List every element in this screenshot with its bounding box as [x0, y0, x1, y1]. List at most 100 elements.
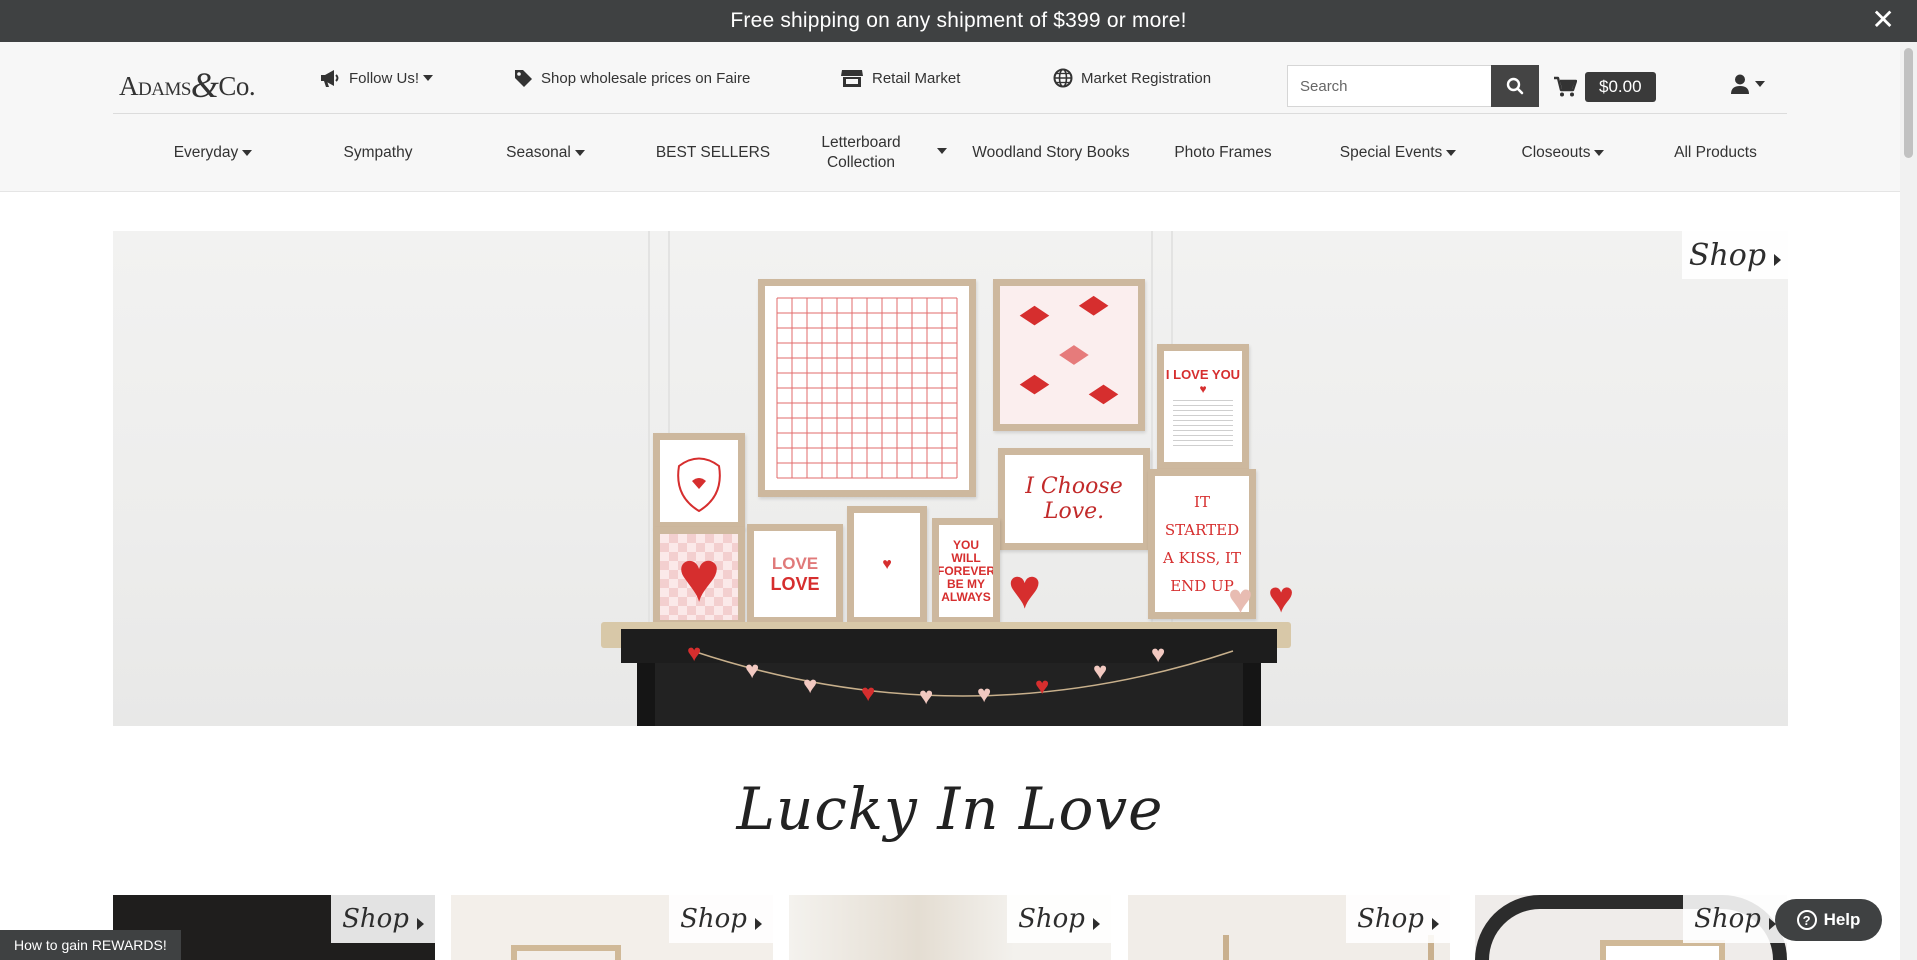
product-tile[interactable]: Shop — [1128, 895, 1450, 960]
hero-shop-button[interactable]: Shop — [1682, 231, 1788, 279]
page-scrollbar[interactable] — [1900, 42, 1917, 960]
rewards-button[interactable]: How to gain REWARDS! — [0, 930, 181, 960]
nav-label: BEST SELLERS — [655, 144, 771, 161]
svg-text:♥: ♥ — [1151, 641, 1165, 668]
forever-sign: YOU WILL FOREVER BE MY ALWAYS — [932, 518, 1000, 624]
sign-text: YOU WILL FOREVER BE MY ALWAYS — [937, 537, 996, 604]
faire-link[interactable]: Shop wholesale prices on Faire — [513, 42, 750, 114]
svg-text:♥: ♥ — [803, 672, 817, 699]
site-header: Adams&Co. Follow Us! Shop wholesale pric… — [0, 42, 1900, 192]
frame-preview — [1600, 940, 1725, 960]
cart-button[interactable]: $0.00 — [1553, 72, 1656, 102]
chevron-down-icon — [1755, 81, 1765, 87]
frame-preview — [1223, 935, 1229, 960]
product-tile[interactable]: Shop — [1475, 895, 1787, 960]
tile-shop-button[interactable]: Shop — [669, 895, 773, 943]
nav-label: Letterboard Collection — [821, 134, 901, 171]
bows-pattern — [1019, 295, 1119, 405]
retail-market-link[interactable]: Retail Market — [840, 42, 960, 114]
chevron-down-icon[interactable] — [937, 148, 947, 154]
user-icon — [1731, 74, 1749, 94]
heart-garland: ♥ ♥ ♥ ♥ ♥ ♥ ♥ ♥ ♥ — [687, 640, 1234, 710]
svg-text:♥: ♥ — [1035, 673, 1049, 700]
nav-label: Special Events — [1339, 144, 1443, 161]
sign-text: LOVE — [771, 553, 819, 573]
nav-item-all-products[interactable]: All Products — [1653, 114, 1778, 192]
search-icon — [1506, 77, 1524, 95]
chevron-down-icon — [242, 150, 253, 156]
nav-item-special-events[interactable]: Special Events — [1308, 114, 1488, 192]
nav-label: Photo Frames — [1174, 144, 1272, 161]
megaphone-icon — [321, 70, 339, 87]
heart-check-sign: ♥ — [653, 527, 745, 627]
announcement-text: Free shipping on any shipment of $399 or… — [730, 9, 1187, 32]
shop-label: Shop — [1694, 904, 1761, 934]
logo-ampersand: & — [190, 65, 219, 105]
close-icon[interactable]: ✕ — [1871, 6, 1895, 34]
bows-sign — [993, 279, 1145, 431]
retail-market-label: Retail Market — [872, 69, 961, 87]
help-button[interactable]: ? Help — [1775, 899, 1882, 941]
nav-label: Everyday — [173, 144, 239, 161]
shop-label: Shop — [1018, 904, 1085, 934]
ace-card-sign: ♥ — [847, 506, 927, 624]
nav-item-seasonal[interactable]: Seasonal — [478, 114, 613, 192]
chevron-down-icon — [1594, 150, 1605, 156]
tile-shop-button[interactable]: Shop — [331, 895, 435, 943]
svg-text:♥: ♥ — [861, 680, 875, 707]
bow-sign — [653, 433, 745, 529]
nav-item-photo-frames[interactable]: Photo Frames — [1153, 114, 1293, 192]
crossword-grid — [776, 297, 958, 479]
shop-label: Shop — [1357, 904, 1424, 934]
product-tile[interactable]: Shop — [451, 895, 773, 960]
nav-item-best-sellers[interactable]: BEST SELLERS — [638, 114, 788, 192]
nav-item-letterboard[interactable]: Letterboard Collection — [806, 114, 916, 192]
sign-text: I LOVE YOU — [1165, 367, 1241, 382]
nav-label: All Products — [1674, 144, 1757, 161]
sign-text: I Choose Love. — [1025, 474, 1123, 524]
site-logo[interactable]: Adams&Co. — [119, 62, 256, 105]
heart-icon: ♥ — [677, 537, 721, 617]
tile-shop-button[interactable]: Shop — [1346, 895, 1450, 943]
caret-right-icon — [754, 918, 762, 930]
bow-illustration — [677, 457, 721, 513]
product-tile[interactable]: Shop — [789, 895, 1111, 960]
shop-label: Shop — [342, 904, 409, 934]
section-title: Lucky In Love — [736, 775, 1164, 843]
nav-item-sympathy[interactable]: Sympathy — [313, 114, 443, 192]
heart-icon: ♥ — [1199, 382, 1207, 396]
love-love-sign: LOVE LOVE — [747, 524, 843, 624]
shop-label: Shop — [680, 904, 747, 934]
heart-icon: ♥ — [1008, 557, 1042, 620]
nav-item-closeouts[interactable]: Closeouts — [1493, 114, 1633, 192]
market-registration-label: Market Registration — [1081, 69, 1212, 87]
globe-icon — [1053, 68, 1073, 88]
scrollbar-thumb[interactable] — [1904, 48, 1913, 158]
hero-banner[interactable]: I LOVE YOU ♥ ♥ I Choose Love. IT STARTED… — [113, 231, 1788, 726]
tile-shop-button[interactable]: Shop — [1683, 895, 1787, 943]
nav-label: Seasonal — [506, 144, 571, 161]
nav-item-everyday[interactable]: Everyday — [143, 114, 283, 192]
logo-text-left: Adams — [119, 71, 191, 101]
account-menu[interactable] — [1731, 74, 1765, 94]
faire-label: Shop wholesale prices on Faire — [541, 69, 751, 87]
crossword-sign — [758, 279, 976, 497]
caret-right-icon — [1774, 254, 1782, 266]
svg-text:♥: ♥ — [687, 640, 701, 667]
svg-text:♥: ♥ — [1093, 658, 1107, 685]
i-love-you-sign: I LOVE YOU ♥ — [1157, 344, 1249, 469]
market-registration-link[interactable]: Market Registration — [1053, 42, 1211, 114]
shop-label: Shop — [1688, 237, 1767, 273]
search-button[interactable] — [1491, 65, 1539, 107]
sign-text: LOVE — [770, 573, 820, 594]
search-input[interactable] — [1287, 65, 1491, 107]
heart-icon: ♥ — [882, 556, 892, 573]
help-label: Help — [1823, 910, 1861, 929]
cart-total: $0.00 — [1585, 72, 1656, 102]
tag-icon — [515, 70, 532, 87]
follow-us-link[interactable]: Follow Us! — [319, 42, 434, 114]
question-icon: ? — [1796, 910, 1817, 930]
tile-shop-button[interactable]: Shop — [1007, 895, 1111, 943]
nav-item-woodland[interactable]: Woodland Story Books — [951, 114, 1151, 192]
shopping-cart-icon — [1554, 76, 1577, 97]
